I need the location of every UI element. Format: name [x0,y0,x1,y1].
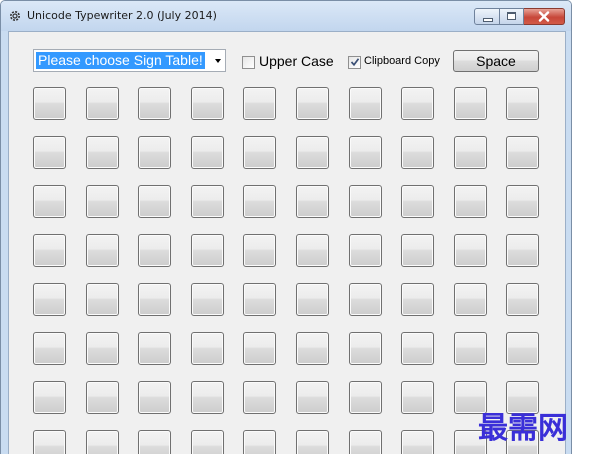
upper-case-checkbox[interactable] [242,56,255,69]
character-key[interactable] [85,136,119,169]
window-controls [474,8,565,25]
character-key[interactable] [138,234,172,267]
clipboard-copy-label[interactable]: Clipboard Copy [364,55,440,67]
character-key[interactable] [190,381,224,414]
character-key[interactable] [85,332,119,365]
character-key[interactable] [138,87,172,120]
character-key[interactable] [295,430,329,454]
character-key[interactable] [295,234,329,267]
character-key[interactable] [506,185,540,218]
character-key[interactable] [138,430,172,454]
character-key[interactable] [190,332,224,365]
character-key[interactable] [348,234,382,267]
character-key[interactable] [401,87,435,120]
character-key[interactable] [138,283,172,316]
character-key[interactable] [453,136,487,169]
character-key[interactable] [295,283,329,316]
character-key[interactable] [506,136,540,169]
character-key[interactable] [348,87,382,120]
character-key[interactable] [33,381,66,414]
character-key[interactable] [85,381,119,414]
character-key[interactable] [348,136,382,169]
gear-icon [10,11,20,21]
character-key[interactable] [295,87,329,120]
character-key[interactable] [85,283,119,316]
character-key[interactable] [348,185,382,218]
character-key[interactable] [295,381,329,414]
character-key[interactable] [401,332,435,365]
space-button[interactable]: Space [453,50,539,72]
character-key[interactable] [348,430,382,454]
character-key[interactable] [401,234,435,267]
character-key[interactable] [243,283,277,316]
character-key[interactable] [243,185,277,218]
character-key[interactable] [295,185,329,218]
checkmark-icon [350,58,360,67]
character-key[interactable] [453,332,487,365]
character-key[interactable] [401,430,435,454]
character-key[interactable] [190,283,224,316]
app-window: Unicode Typewriter 2.0 (July 2014) Pleas… [0,0,572,454]
character-key[interactable] [506,87,540,120]
chevron-down-icon[interactable] [215,59,221,63]
minimize-button[interactable] [474,8,500,25]
character-key[interactable] [85,430,119,454]
character-key[interactable] [33,234,66,267]
character-key[interactable] [85,87,119,120]
character-key[interactable] [453,283,487,316]
character-key[interactable] [33,430,66,454]
character-key[interactable] [348,332,382,365]
character-key[interactable] [33,283,66,316]
character-key[interactable] [33,332,66,365]
character-key[interactable] [348,381,382,414]
character-key[interactable] [401,283,435,316]
sign-table-dropdown[interactable]: Please choose Sign Table! [33,49,226,72]
character-key[interactable] [243,430,277,454]
character-key[interactable] [190,87,224,120]
character-key[interactable] [138,185,172,218]
character-key[interactable] [190,234,224,267]
character-key[interactable] [506,332,540,365]
character-key[interactable] [138,136,172,169]
character-key[interactable] [85,234,119,267]
character-key[interactable] [506,283,540,316]
character-key[interactable] [295,332,329,365]
character-key[interactable] [33,136,66,169]
character-key[interactable] [190,136,224,169]
character-key[interactable] [295,136,329,169]
close-button[interactable] [524,8,565,25]
client-area: Please choose Sign Table! Upper Case Cli… [8,31,566,454]
character-key[interactable] [138,381,172,414]
character-key[interactable] [243,136,277,169]
character-key[interactable] [243,332,277,365]
close-icon [538,11,550,22]
sign-table-selected-value: Please choose Sign Table! [36,52,205,69]
watermark-logo: 最需网 [478,411,568,446]
character-key[interactable] [243,87,277,120]
character-key[interactable] [33,87,66,120]
clipboard-copy-checkbox[interactable] [348,56,361,69]
character-key[interactable] [33,185,66,218]
character-key[interactable] [190,430,224,454]
character-key[interactable] [138,332,172,365]
character-key[interactable] [453,185,487,218]
character-key[interactable] [401,136,435,169]
character-key[interactable] [453,234,487,267]
window-title: Unicode Typewriter 2.0 (July 2014) [27,9,217,22]
character-key[interactable] [243,381,277,414]
title-bar[interactable]: Unicode Typewriter 2.0 (July 2014) [1,1,571,31]
character-key[interactable] [401,381,435,414]
character-key[interactable] [190,185,224,218]
character-key[interactable] [401,185,435,218]
character-key[interactable] [85,185,119,218]
character-key[interactable] [453,87,487,120]
upper-case-label[interactable]: Upper Case [259,53,334,69]
character-key-grid [33,87,543,454]
maximize-button[interactable] [500,8,524,25]
character-key[interactable] [348,283,382,316]
character-key[interactable] [506,234,540,267]
character-key[interactable] [243,234,277,267]
